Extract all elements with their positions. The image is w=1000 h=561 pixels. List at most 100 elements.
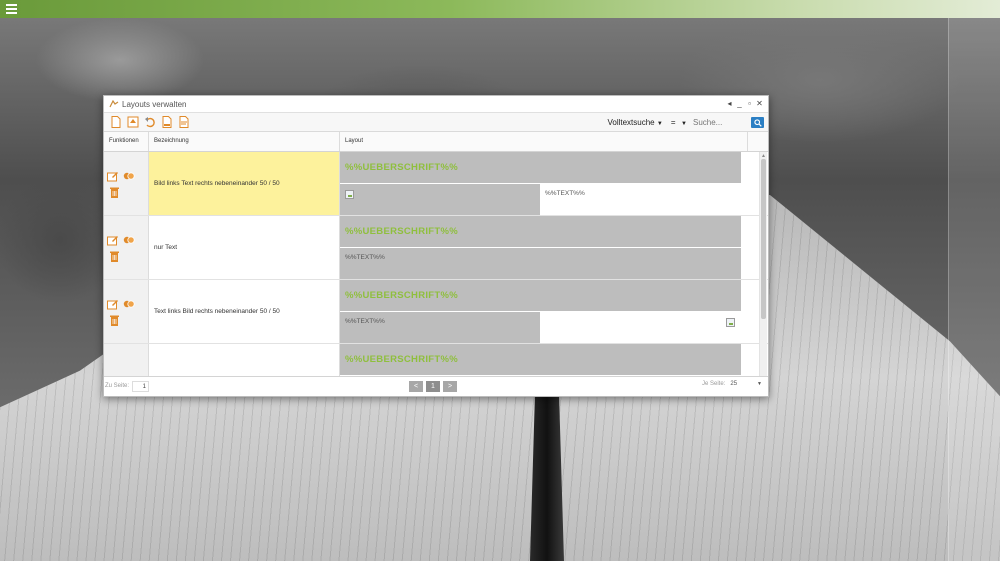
window-titlebar[interactable]: Layouts verwalten ◂ _ ▫ ✕ [104,96,768,113]
search-icon [753,118,762,127]
maximize-icon[interactable]: ▫ [746,99,753,109]
copy-icon [123,172,135,180]
trash-icon [109,315,119,326]
goto-page-label: Zu Seite: [105,383,130,389]
layout-preview: %%UEBERSCHRIFT%% %%TEXT%% [340,280,741,343]
trash-icon [109,187,119,198]
functions-cell [104,344,149,376]
edit-icon [107,299,118,309]
edit-button[interactable] [107,234,119,246]
column-header-functions[interactable]: Funktionen [104,132,149,151]
toolbar: Volltextsuche ▼ = ▼ [104,113,768,132]
chevron-down-icon: ▼ [757,381,762,387]
layout-body: %%TEXT%% [340,312,741,343]
new-document-button[interactable] [110,116,122,129]
functions-cell [104,152,149,215]
trash-icon [109,251,119,262]
layout-body: %%TEXT%% [340,184,741,215]
upload-icon [127,116,139,128]
layout-body: %%TEXT%% [340,248,741,279]
text-placeholder: %%TEXT%% [340,248,741,279]
delete-button[interactable] [108,250,120,262]
copy-icon [123,236,135,244]
next-page-button[interactable]: > [443,381,457,392]
layout-preview: %%UEBERSCHRIFT%% [340,344,741,376]
delete-button[interactable] [108,186,120,198]
per-page-label: Je Seite: [702,381,726,387]
pagination-footer: Zu Seite: 1 < 1 > Je Seite: 25 ▼ [104,376,768,395]
search-button[interactable] [751,117,764,128]
copy-button[interactable] [123,234,135,246]
table-row[interactable]: %%UEBERSCHRIFT%% [104,344,768,376]
layout-heading-placeholder: %%UEBERSCHRIFT%% [340,344,741,376]
search-mode-value: Volltextsuche [607,118,655,127]
text-placeholder: %%TEXT%% [340,312,540,343]
window-controls: ◂ _ ▫ ✕ [726,99,763,109]
image-column [340,184,540,215]
column-header-layout[interactable]: Layout [340,132,748,151]
scrollbar-thumb[interactable] [761,159,766,319]
hamburger-menu-icon[interactable] [6,4,17,14]
name-cell: nur Text [149,216,340,279]
export-pdf-button[interactable] [161,116,173,129]
chevron-down-icon: ▼ [656,121,663,127]
copy-icon [123,300,135,308]
layout-heading-placeholder: %%UEBERSCHRIFT%% [340,280,741,312]
layout-heading-placeholder: %%UEBERSCHRIFT%% [340,152,741,184]
column-header-name[interactable]: Bezeichnung [149,132,340,151]
export-document-button[interactable] [178,116,190,129]
copy-button[interactable] [123,298,135,310]
undo-button[interactable] [144,116,156,129]
background-side-panel [948,18,1000,561]
image-placeholder-icon [726,318,735,327]
top-bar [0,0,1000,18]
operator-select[interactable]: = ▼ [671,118,687,127]
delete-button[interactable] [108,314,120,326]
vertical-scrollbar[interactable]: ▲ [759,152,767,376]
minimize-icon[interactable]: _ [736,99,743,109]
undo-icon [145,117,155,128]
export-document-icon [179,116,189,128]
functions-cell [104,216,149,279]
current-page-button[interactable]: 1 [426,381,440,392]
export-pdf-icon [162,116,172,128]
edit-icon [107,171,118,181]
pager: < 1 > [409,381,457,392]
layout-preview: %%UEBERSCHRIFT%% %%TEXT%% [340,216,741,279]
grid-header: Funktionen Bezeichnung Layout [104,132,768,152]
search-area: Volltextsuche ▼ = ▼ [607,116,764,129]
operator-value: = [670,118,676,127]
functions-cell [104,280,149,343]
image-column [540,312,741,343]
name-cell [149,344,340,376]
text-placeholder: %%TEXT%% [540,184,741,215]
chevron-down-icon: ▼ [677,121,687,127]
per-page-value: 25 [730,381,738,387]
prev-page-button[interactable]: < [409,381,423,392]
layouts-window: Layouts verwalten ◂ _ ▫ ✕ Volltextsuche … [103,95,769,397]
table-row[interactable]: nur Text %%UEBERSCHRIFT%% %%TEXT%% [104,216,768,280]
layout-app-icon [109,100,119,108]
goto-page-input[interactable]: 1 [132,380,150,392]
name-cell: Text links Bild rechts nebeneinander 50 … [149,280,340,343]
close-icon[interactable]: ✕ [756,99,763,109]
upload-button[interactable] [127,116,139,129]
image-placeholder-icon [345,190,354,199]
edit-button[interactable] [107,170,119,182]
search-input[interactable] [693,116,747,129]
edit-icon [107,235,118,245]
layout-preview: %%UEBERSCHRIFT%% %%TEXT%% [340,152,741,215]
collapse-icon[interactable]: ◂ [726,99,733,109]
copy-button[interactable] [123,170,135,182]
column-header-spacer [748,132,768,151]
layout-heading-placeholder: %%UEBERSCHRIFT%% [340,216,741,248]
table-row[interactable]: Text links Bild rechts nebeneinander 50 … [104,280,768,344]
table-row[interactable]: Bild links Text rechts nebeneinander 50 … [104,152,768,216]
edit-button[interactable] [107,298,119,310]
grid-body: Bild links Text rechts nebeneinander 50 … [104,152,768,376]
window-title: Layouts verwalten [122,99,187,109]
name-cell: Bild links Text rechts nebeneinander 50 … [149,152,340,215]
per-page-select[interactable]: Je Seite: 25 ▼ [702,381,762,387]
new-document-icon [111,116,121,128]
search-mode-select[interactable]: Volltextsuche ▼ [607,118,662,127]
